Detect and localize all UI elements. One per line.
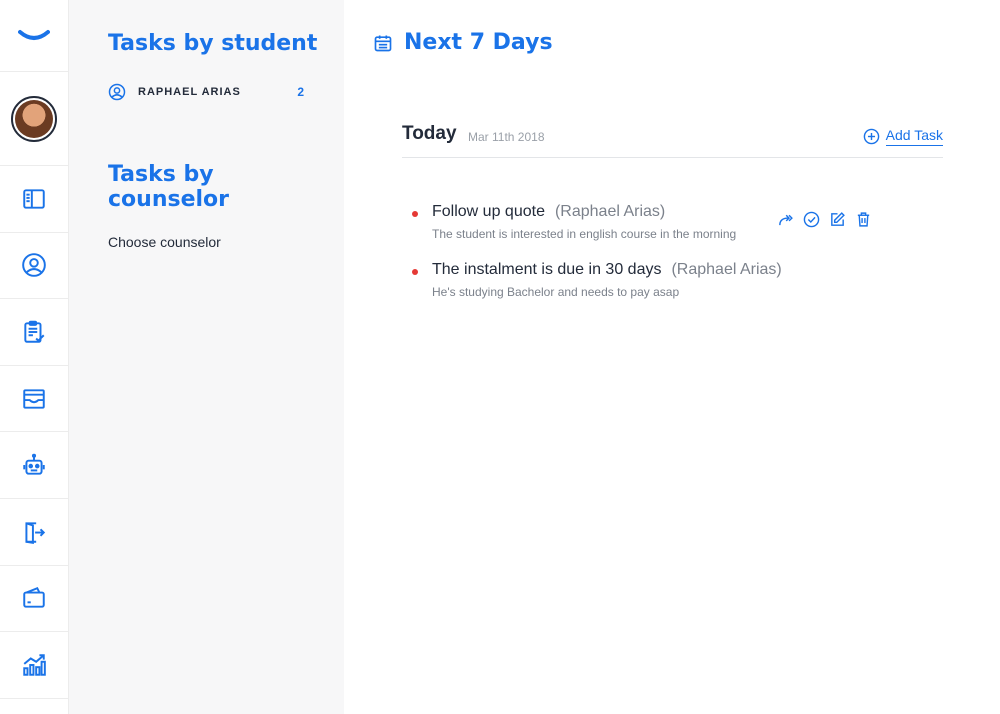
logout-icon — [25, 522, 46, 544]
logo[interactable] — [0, 0, 68, 72]
plus-circle-icon — [863, 128, 879, 145]
user-circle-icon — [22, 253, 46, 278]
student-name: RAPHAEL ARIAS — [138, 86, 241, 98]
wallet-icon — [23, 587, 45, 609]
filter-panel: Tasks by student RAPHAEL ARIAS 2 Tasks b… — [69, 0, 344, 714]
forward-icon — [779, 214, 793, 226]
page-title: Next 7 Days — [404, 30, 553, 55]
user-circle-icon — [108, 83, 126, 101]
task-line: Follow up quote (Raphael Arias) — [432, 203, 665, 221]
day-label: Today — [402, 123, 457, 144]
robot-icon — [23, 453, 45, 475]
chart-icon — [23, 654, 46, 676]
task-description: The student is interested in english cou… — [432, 227, 737, 241]
rail-item-payments[interactable] — [0, 566, 68, 633]
avatar-cell[interactable] — [0, 72, 68, 166]
trash-icon — [857, 212, 870, 227]
rail-item-panel[interactable] — [0, 166, 68, 233]
add-task-button[interactable]: Add Task — [863, 127, 943, 146]
students-title: Tasks by student — [108, 31, 318, 56]
smile-logo-icon — [18, 29, 50, 40]
rail-item-automation[interactable] — [0, 432, 68, 499]
student-row[interactable]: RAPHAEL ARIAS 2 — [108, 82, 304, 102]
day-header: Today Mar 11th 2018 Add Task — [402, 123, 943, 158]
task-line: The instalment is due in 30 days (Raphael… — [432, 261, 782, 279]
add-task-label: Add Task — [885, 127, 943, 146]
task-description: He's studying Bachelor and needs to pay … — [432, 285, 680, 299]
main-header: Next 7 Days — [373, 30, 553, 55]
task-title: The instalment is due in 30 days — [432, 261, 662, 278]
task-actions — [777, 211, 872, 228]
archive-icon — [23, 388, 45, 409]
complete-button[interactable] — [803, 211, 820, 228]
edit-icon — [831, 212, 845, 226]
rail-item-tasks[interactable] — [0, 299, 68, 366]
edit-button[interactable] — [829, 211, 846, 228]
priority-dot — [412, 211, 418, 217]
icon-rail — [0, 0, 69, 714]
student-task-count: 2 — [297, 85, 304, 99]
rail-item-reports[interactable] — [0, 632, 68, 699]
day-date: Mar 11th 2018 — [468, 130, 545, 144]
clipboard-check-icon — [24, 320, 45, 343]
task-title: Follow up quote — [432, 203, 545, 220]
calendar-icon — [374, 35, 392, 51]
panel-icon — [23, 189, 45, 209]
task-student[interactable]: (Raphael Arias) — [671, 261, 781, 278]
choose-counselor-select[interactable]: Choose counselor — [108, 234, 221, 250]
rail-item-students[interactable] — [0, 233, 68, 300]
check-circle-icon — [803, 211, 820, 228]
avatar-photo — [15, 99, 53, 138]
rail-item-logout[interactable] — [0, 499, 68, 566]
priority-dot — [412, 269, 418, 275]
counselor-title: Tasks by counselor — [108, 162, 229, 212]
forward-button[interactable] — [777, 211, 794, 228]
delete-button[interactable] — [855, 211, 872, 228]
task-student[interactable]: (Raphael Arias) — [555, 203, 665, 220]
rail-item-archive[interactable] — [0, 366, 68, 433]
avatar[interactable] — [11, 95, 57, 142]
